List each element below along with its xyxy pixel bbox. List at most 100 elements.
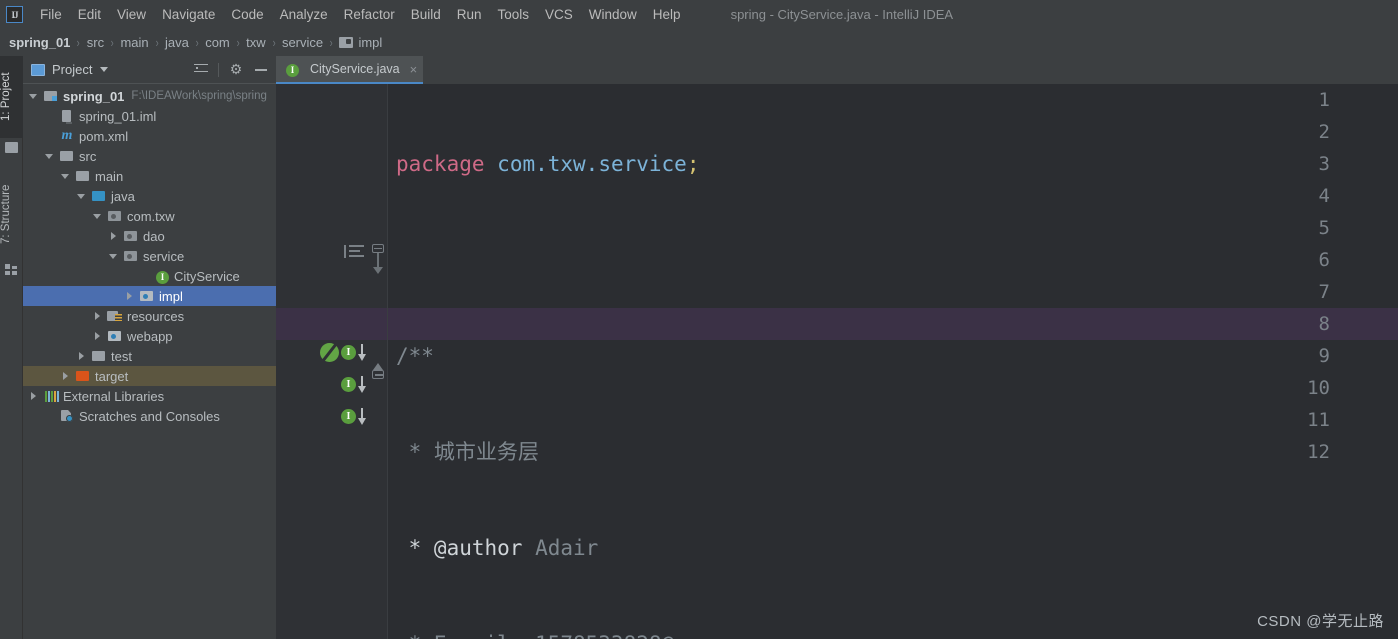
- tree-row-com-txw[interactable]: com.txw: [23, 206, 276, 226]
- tree-no-arrow: [45, 131, 55, 141]
- tree-row-pom-xml[interactable]: m pom.xml: [23, 126, 276, 146]
- package-icon: [107, 208, 123, 224]
- tree-row-label: impl: [159, 288, 183, 304]
- code-editor[interactable]: 1 2 3 4 5 6 7 8 9 10 11 12 I I I package…: [276, 84, 1398, 639]
- hide-panel-icon[interactable]: [250, 59, 272, 81]
- chevron-down-icon[interactable]: [29, 91, 39, 101]
- tree-row-external-libraries[interactable]: External Libraries: [23, 386, 276, 406]
- gear-icon[interactable]: ⚙: [225, 59, 247, 81]
- tree-row-scratches-and-consoles[interactable]: Scratches and Consoles: [23, 406, 276, 426]
- tree-row-java[interactable]: java: [23, 186, 276, 206]
- chevron-down-icon[interactable]: [77, 191, 87, 201]
- chevron-right-icon[interactable]: [93, 311, 103, 321]
- chevron-right-icon[interactable]: [109, 231, 119, 241]
- breadcrumb-item-src[interactable]: src: [87, 35, 104, 50]
- breadcrumb-item-main[interactable]: main: [120, 35, 148, 50]
- tree-row-spring-01[interactable]: spring_01 F:\IDEAWork\spring\spring: [23, 86, 276, 106]
- breadcrumb-separator-icon: ›: [155, 35, 159, 50]
- chevron-down-icon[interactable]: [93, 211, 103, 221]
- tree-row-service[interactable]: service: [23, 246, 276, 266]
- chevron-down-icon[interactable]: [109, 251, 119, 261]
- tree-row-path: F:\IDEAWork\spring\spring: [131, 90, 267, 102]
- token-doc-open: /**: [396, 344, 434, 368]
- gutter-glyph-line-9[interactable]: I: [320, 340, 367, 366]
- collapse-all-icon[interactable]: [190, 59, 212, 81]
- menu-code[interactable]: Code: [223, 5, 271, 24]
- tree-row-main[interactable]: main: [23, 166, 276, 186]
- breadcrumb-item-service[interactable]: service: [282, 35, 323, 50]
- chevron-right-icon[interactable]: [61, 371, 71, 381]
- chevron-down-icon[interactable]: [45, 151, 55, 161]
- menu-navigate[interactable]: Navigate: [154, 5, 223, 24]
- tree-row-webapp[interactable]: webapp: [23, 326, 276, 346]
- breadcrumb-separator-icon: ›: [329, 35, 333, 50]
- tree-row-spring-01-iml[interactable]: spring_01.iml: [23, 106, 276, 126]
- tool-window-button-structure[interactable]: 7: Structure: [0, 168, 23, 260]
- menu-analyze[interactable]: Analyze: [272, 5, 336, 24]
- gutter-glyph-line-11[interactable]: I: [320, 404, 367, 430]
- project-icon: [31, 63, 45, 76]
- down-arrow-icon[interactable]: [357, 344, 367, 362]
- tree-no-arrow: [141, 271, 151, 281]
- menu-edit[interactable]: Edit: [70, 5, 109, 24]
- tree-row-cityservice[interactable]: I CityService: [23, 266, 276, 286]
- module-folder-icon: [43, 88, 59, 104]
- breadcrumb-item-java[interactable]: java: [165, 35, 189, 50]
- tree-row-target[interactable]: target: [23, 366, 276, 386]
- close-icon[interactable]: ×: [410, 63, 418, 76]
- tree-row-src[interactable]: src: [23, 146, 276, 166]
- code-line-4: * 城市业务层: [388, 436, 1398, 468]
- fold-end-icon[interactable]: [372, 370, 384, 379]
- tree-row-dao[interactable]: dao: [23, 226, 276, 246]
- menu-view[interactable]: View: [109, 5, 154, 24]
- external-libraries-icon: [43, 388, 59, 404]
- javadoc-gutter-icon[interactable]: [344, 244, 366, 260]
- chevron-right-icon[interactable]: [29, 391, 39, 401]
- gutter-glyph-line-10[interactable]: I: [320, 372, 367, 398]
- tree-row-impl[interactable]: impl: [23, 286, 276, 306]
- chevron-right-icon[interactable]: [77, 351, 87, 361]
- interface-icon: I: [286, 63, 299, 77]
- implemented-icon[interactable]: I: [341, 377, 356, 392]
- implemented-icon[interactable]: I: [341, 409, 356, 424]
- implemented-icon[interactable]: I: [341, 345, 356, 360]
- fold-collapse-icon[interactable]: [372, 244, 386, 258]
- maven-pom-icon: m: [61, 128, 73, 143]
- chevron-down-icon[interactable]: [100, 67, 109, 72]
- menu-window[interactable]: Window: [581, 5, 645, 24]
- down-arrow-icon[interactable]: [357, 408, 367, 426]
- breadcrumb-item-com[interactable]: com: [205, 35, 230, 50]
- folder-icon: [59, 148, 75, 164]
- chevron-right-icon[interactable]: [125, 291, 135, 301]
- menu-file[interactable]: File: [32, 5, 70, 24]
- code-text[interactable]: package com.txw.service; /** * 城市业务层 * @…: [388, 84, 1398, 639]
- tree-row-test[interactable]: test: [23, 346, 276, 366]
- breadcrumb-item-project[interactable]: spring_01: [9, 35, 70, 50]
- window-title: spring - CityService.java - IntelliJ IDE…: [730, 7, 954, 22]
- tree-row-label: spring_01: [63, 88, 125, 104]
- breadcrumb-item-txw[interactable]: txw: [246, 35, 266, 50]
- breadcrumb-separator-icon: ›: [236, 35, 240, 50]
- menu-build[interactable]: Build: [403, 5, 449, 24]
- iml-file-icon: [59, 108, 75, 124]
- breadcrumb-item-impl[interactable]: impl: [358, 35, 382, 50]
- tab-cityservice-java[interactable]: I CityService.java ×: [276, 56, 424, 84]
- scratches-icon: [59, 408, 75, 424]
- chevron-right-icon[interactable]: [93, 331, 103, 341]
- tree-row-label: main: [95, 168, 124, 184]
- menu-tools[interactable]: Tools: [490, 5, 538, 24]
- tool-window-button-project[interactable]: 1: Project: [0, 56, 23, 138]
- tree-row-label: java: [111, 188, 135, 204]
- menu-refactor[interactable]: Refactor: [336, 5, 403, 24]
- tree-row-label: spring_01.iml: [79, 108, 157, 124]
- spring-bean-icon[interactable]: [320, 343, 339, 362]
- tree-row-resources[interactable]: resources: [23, 306, 276, 326]
- menu-help[interactable]: Help: [645, 5, 689, 24]
- intellij-logo-icon: IJ: [6, 6, 23, 23]
- menu-run[interactable]: Run: [449, 5, 490, 24]
- chevron-down-icon[interactable]: [61, 171, 71, 181]
- menu-vcs[interactable]: VCS: [537, 5, 581, 24]
- tree-no-arrow: [45, 111, 55, 121]
- down-arrow-icon[interactable]: [357, 376, 367, 394]
